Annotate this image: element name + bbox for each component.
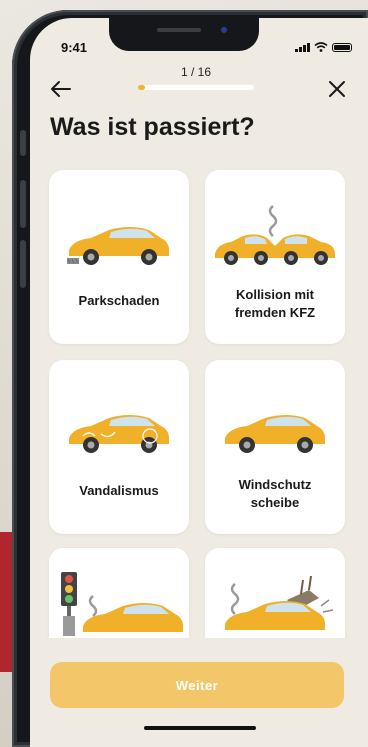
wifi-icon (314, 42, 328, 52)
option-card-kollision[interactable]: Kollision mit fremden KFZ (205, 170, 345, 344)
status-time: 9:41 (61, 40, 88, 55)
signal-icon (295, 43, 310, 52)
front-camera (221, 27, 227, 33)
notch (109, 18, 259, 51)
volume-down-button (20, 240, 26, 288)
windshield-car-icon (225, 415, 325, 453)
traffic-light-car-icon (61, 572, 183, 636)
option-card-windschutzscheibe[interactable]: Windschutz scheibe (205, 360, 345, 534)
page-title: Was ist passiert? (50, 113, 255, 141)
status-icons (295, 42, 352, 52)
back-arrow-icon[interactable] (48, 76, 74, 102)
volume-up-button (20, 180, 26, 228)
option-label: Windschutz scheibe (238, 477, 312, 510)
battery-icon (332, 43, 352, 52)
progress-bar (138, 85, 254, 90)
close-icon[interactable] (324, 76, 350, 102)
storm-damage-icon (225, 575, 334, 630)
app-screen: 9:41 1 / 16 Was ist passiert? Parkschade… (30, 18, 368, 747)
step-counter: 1 / 16 (180, 65, 212, 79)
collision-icon (215, 205, 335, 265)
vandalized-car-icon (69, 415, 169, 453)
option-card-parkschaden[interactable]: Parkschaden (49, 170, 189, 344)
continue-button[interactable]: Weiter (50, 662, 344, 708)
option-label: Vandalismus (79, 483, 159, 498)
option-label: Kollision mit fremden KFZ (234, 287, 316, 320)
parked-car-icon (67, 227, 169, 265)
option-card-vandalismus[interactable]: Vandalismus (49, 360, 189, 534)
home-indicator (144, 726, 256, 730)
speaker (157, 28, 201, 32)
option-label: Parkschaden (78, 293, 160, 308)
progress-fill (138, 85, 145, 90)
mute-switch (20, 130, 26, 156)
